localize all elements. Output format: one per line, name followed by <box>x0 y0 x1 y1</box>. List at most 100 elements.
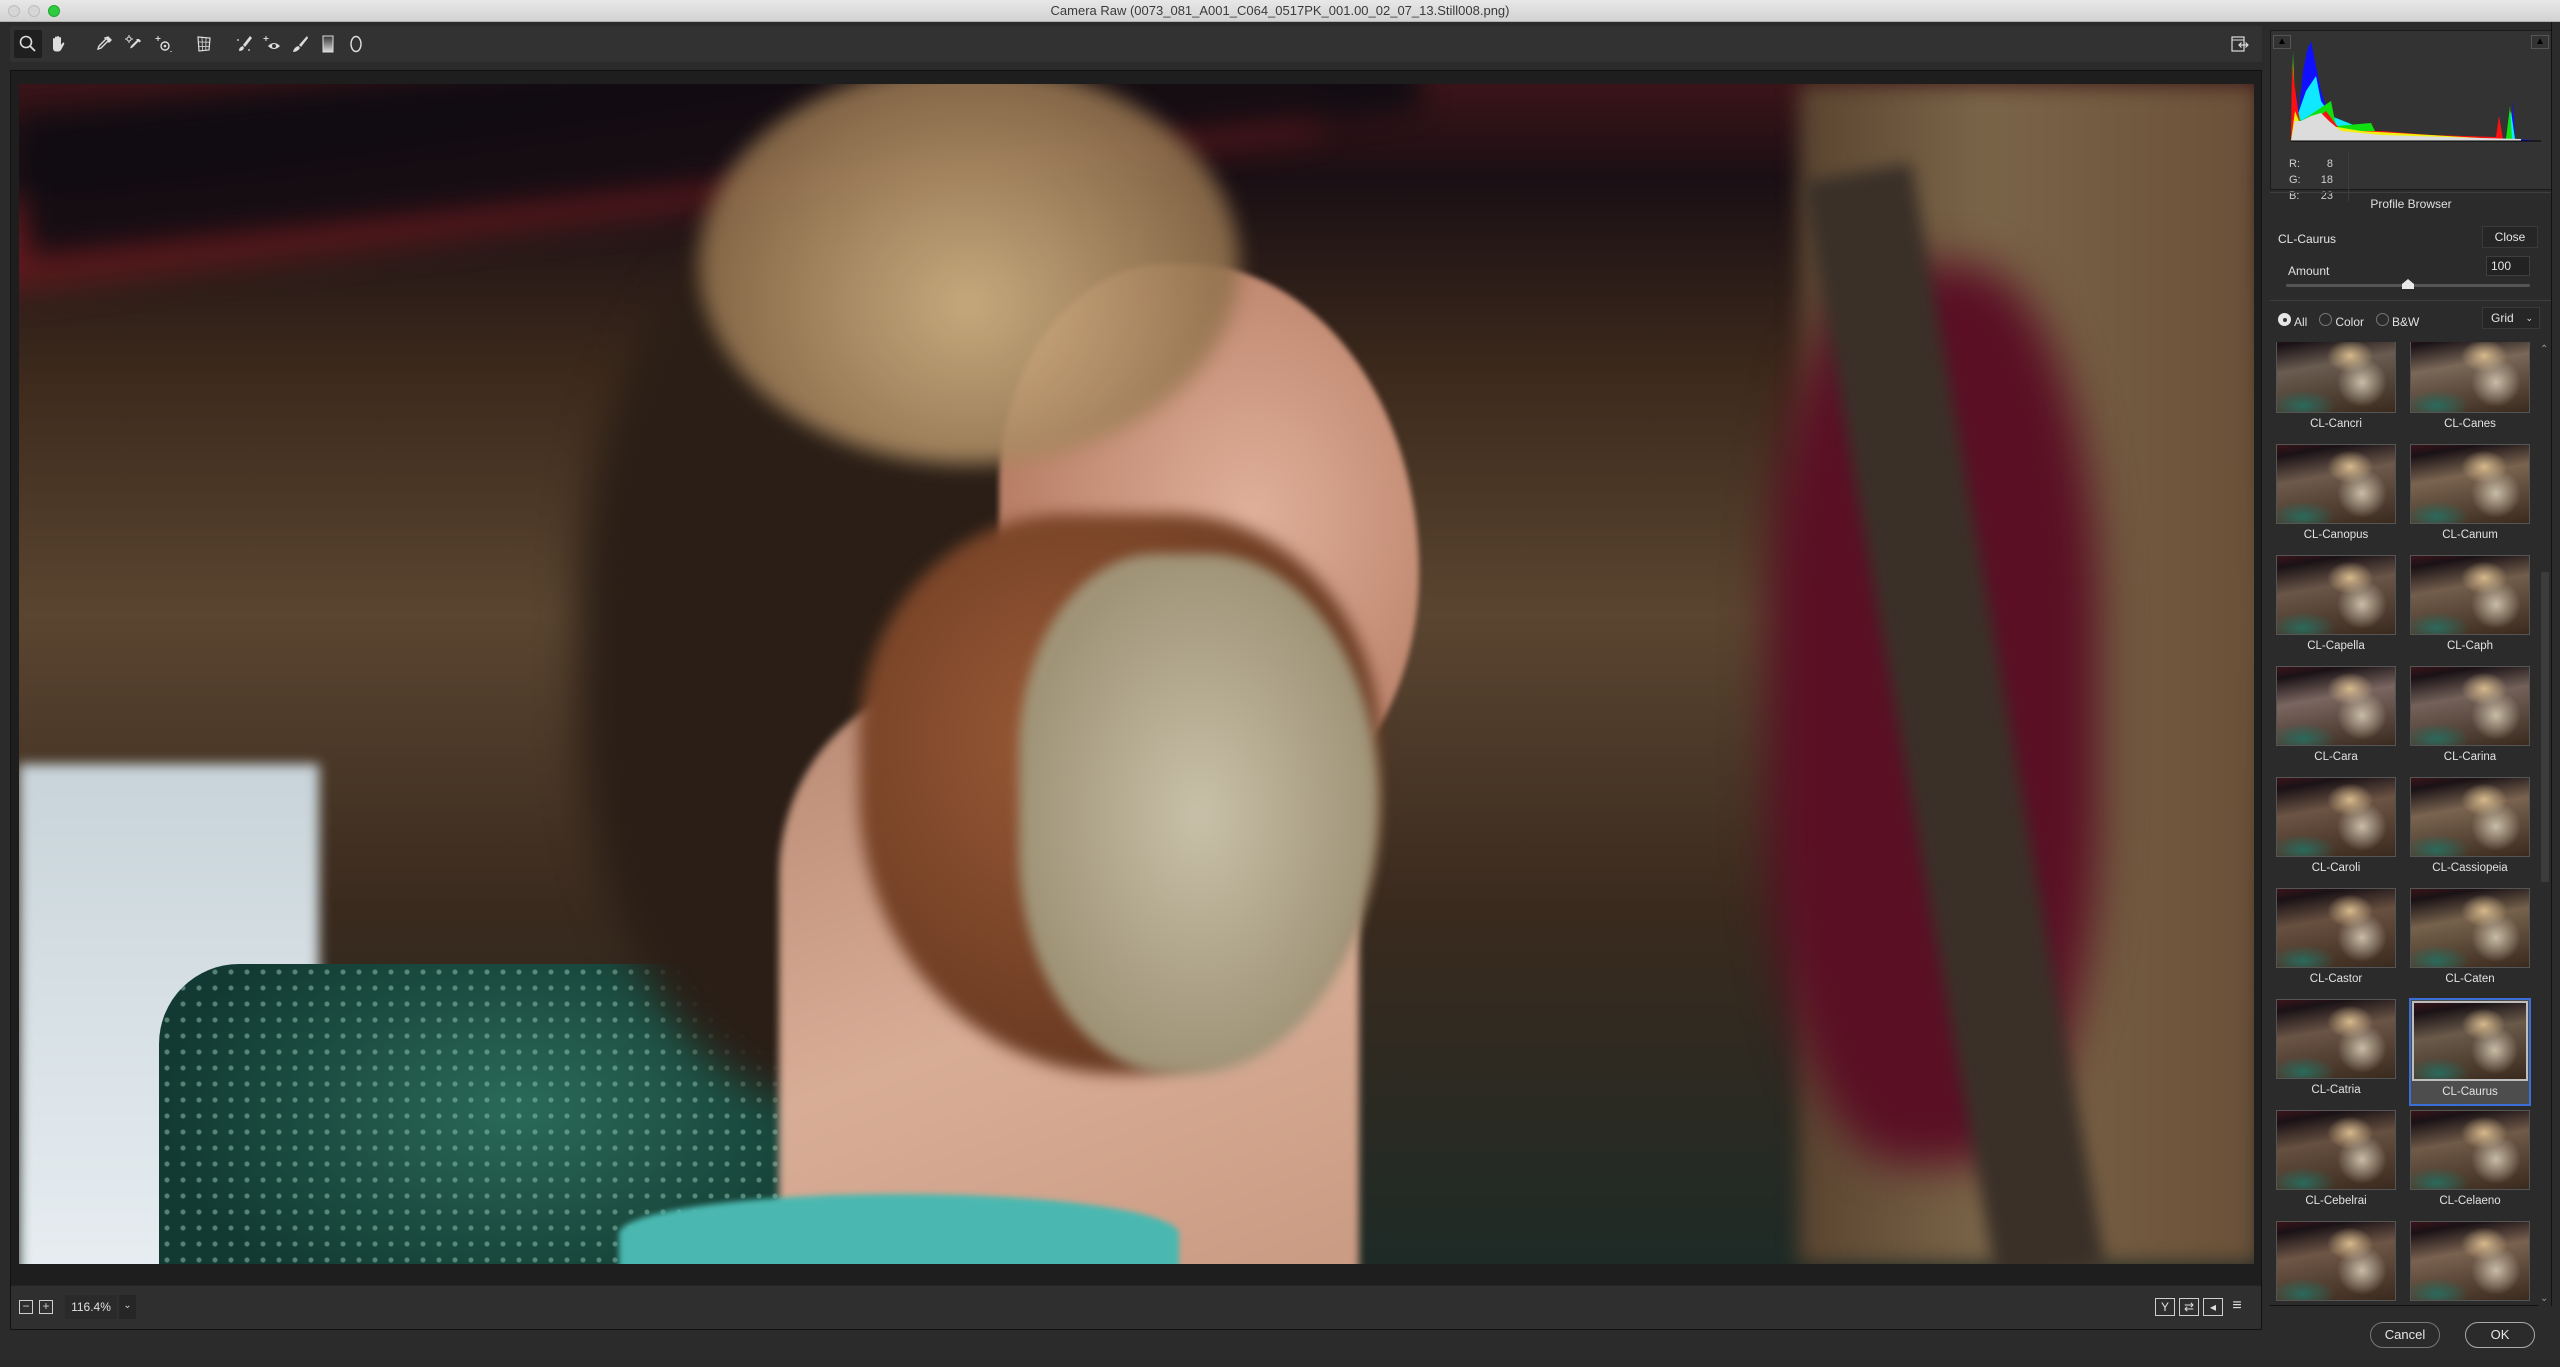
filter-bw-label: B&W <box>2392 315 2420 329</box>
right-panel: ▲ ▲ R: 8 G: 18 B: 23 Profile Browser CL-Cau… <box>2270 22 2560 1306</box>
toggle-fullscreen-button[interactable] <box>2226 30 2254 58</box>
zoom-level-display[interactable]: 116.4% <box>65 1295 117 1319</box>
profile-tile[interactable]: CL-Cancri <box>2275 342 2397 440</box>
profile-tile[interactable]: CL-Canopus <box>2275 443 2397 551</box>
zoom-level-dropdown[interactable]: ⌄ <box>119 1295 136 1319</box>
radio-icon <box>2319 313 2333 326</box>
preview-settings-button[interactable]: ≡ <box>2227 1298 2247 1316</box>
hand-tool-button[interactable] <box>44 30 72 58</box>
profile-tile[interactable]: CL-Castor <box>2275 887 2397 995</box>
profile-thumbnail <box>2412 1001 2528 1081</box>
scroll-up-icon[interactable]: ⌃ <box>2540 344 2548 355</box>
zoom-in-button[interactable]: + <box>39 1300 53 1314</box>
profile-label: CL-Cara <box>2314 751 2358 763</box>
divider <box>2270 300 2552 301</box>
profile-tile[interactable]: CL-Ceonis <box>2409 1220 2531 1305</box>
photo-preview[interactable] <box>19 84 2254 1264</box>
profile-filter-group: All Color B&W <box>2278 313 2419 329</box>
adjustment-brush-tool-button[interactable] <box>286 30 314 58</box>
profile-label: CL-Castor <box>2309 973 2363 985</box>
swap-settings-button[interactable]: ⇄ <box>2179 1298 2199 1316</box>
profile-tile[interactable]: CL-Caph <box>2409 554 2531 662</box>
profile-tile[interactable]: CL-Canes <box>2409 342 2531 440</box>
profile-thumbnail <box>2410 777 2530 857</box>
view-mode-select[interactable]: Grid ⌄ <box>2482 307 2540 329</box>
white-balance-tool-button[interactable] <box>90 30 118 58</box>
chevron-down-icon: ⌄ <box>2525 313 2533 323</box>
target-adjust-icon <box>155 36 172 53</box>
magnifier-icon <box>19 35 36 52</box>
amount-slider-thumb[interactable] <box>2402 279 2414 289</box>
spot-removal-tool-button[interactable] <box>230 30 258 58</box>
profile-label: CL-Canum <box>2442 529 2498 541</box>
amount-input[interactable]: 100 <box>2486 256 2530 276</box>
profile-tile[interactable]: CL-Caten <box>2409 887 2531 995</box>
profile-label: CL-Caph <box>2446 640 2494 652</box>
profile-thumbnail <box>2276 888 2396 968</box>
profile-tile[interactable]: CL-Capella <box>2275 554 2397 662</box>
filter-all-label: All <box>2294 315 2308 329</box>
preview-status-bar: − + 116.4% ⌄ Y ⇄ ◂ ≡ <box>11 1285 2261 1329</box>
profile-tile[interactable]: CL-Caroli <box>2275 776 2397 884</box>
radio-selected-icon <box>2278 313 2291 326</box>
profile-grid: CL-Cancri CL-Canes CL-Canopus CL-Canum CL-Ca… <box>2275 342 2537 1305</box>
profile-label: CL-Cancri <box>2310 418 2362 430</box>
window-titlebar: Camera Raw (0073_081_A001_C064_0517PK_00… <box>0 0 2560 22</box>
current-profile-name: CL-Caurus <box>2278 232 2337 246</box>
r-value: 8 <box>2326 158 2333 170</box>
profile-label: CL-Celaeno <box>2439 1195 2501 1207</box>
image-preview-area[interactable]: − + 116.4% ⌄ Y ⇄ ◂ ≡ <box>10 70 2262 1330</box>
scrollbar-thumb[interactable] <box>2541 571 2549 882</box>
profile-label: CL-Cebelrai <box>2305 1195 2367 1207</box>
profile-label: CL-Cassiopeia <box>2432 862 2508 874</box>
tool-bar <box>10 26 2262 62</box>
profile-label: CL-Caroli <box>2311 862 2361 874</box>
radial-filter-tool-button[interactable] <box>342 30 370 58</box>
r-label: R: <box>2289 158 2300 170</box>
zoom-out-button[interactable]: − <box>19 1300 33 1314</box>
graduated-filter-tool-button[interactable] <box>314 30 342 58</box>
ellipse-icon <box>350 35 362 53</box>
profile-tile[interactable]: CL-Carina <box>2409 665 2531 773</box>
profile-thumbnail <box>2410 555 2530 635</box>
profile-label: CL-Canes <box>2444 418 2496 430</box>
profile-tile[interactable]: CL-Cassiopeia <box>2409 776 2531 884</box>
profile-thumbnail <box>2276 444 2396 524</box>
ok-button[interactable]: OK <box>2465 1322 2535 1348</box>
profile-tile[interactable]: CL-Caurus <box>2409 998 2531 1106</box>
before-after-view-button[interactable]: Y <box>2155 1298 2175 1316</box>
profile-label: CL-Caten <box>2445 973 2495 985</box>
cancel-button[interactable]: Cancel <box>2370 1322 2440 1348</box>
copy-settings-button[interactable]: ◂ <box>2203 1298 2223 1316</box>
transform-tool-button[interactable] <box>190 30 218 58</box>
profile-grid-scrollbar[interactable]: ⌃ ⌄ <box>2538 342 2552 1306</box>
profile-label: CL-Capella <box>2307 640 2365 652</box>
red-eye-tool-button[interactable] <box>258 30 286 58</box>
profile-thumbnail <box>2276 555 2396 635</box>
zoom-tool-button[interactable] <box>14 30 42 58</box>
hand-icon <box>53 36 65 52</box>
targeted-adjustment-tool-button[interactable] <box>150 30 178 58</box>
profile-tile[interactable]: CL-Cara <box>2275 665 2397 773</box>
profile-tile[interactable]: CL-Canum <box>2409 443 2531 551</box>
profile-thumbnail <box>2410 444 2530 524</box>
filter-bw-radio[interactable]: B&W <box>2376 313 2419 329</box>
amount-label: Amount <box>2288 264 2330 278</box>
filter-all-radio[interactable]: All <box>2278 313 2307 329</box>
profile-thumbnail <box>2276 666 2396 746</box>
view-mode-value: Grid <box>2491 311 2514 325</box>
profile-grid-scroll[interactable]: CL-Cancri CL-Canes CL-Canopus CL-Canum CL-Ca… <box>2270 342 2552 1306</box>
window-title: Camera Raw (0073_081_A001_C064_0517PK_00… <box>1050 3 1510 18</box>
scroll-down-icon[interactable]: ⌄ <box>2540 1293 2548 1304</box>
profile-tile[interactable]: CL-Celrakis <box>2275 1220 2397 1305</box>
profile-tile[interactable]: CL-Catria <box>2275 998 2397 1106</box>
profile-label: CL-Caurus <box>2442 1086 2498 1098</box>
gradient-icon <box>322 35 334 53</box>
filter-color-radio[interactable]: Color <box>2319 313 2364 329</box>
color-sampler-tool-button[interactable] <box>120 30 148 58</box>
spot-removal-brush-icon <box>237 36 252 51</box>
histogram: ▲ ▲ R: 8 G: 18 B: 23 <box>2270 30 2552 202</box>
profile-tile[interactable]: CL-Cebelrai <box>2275 1109 2397 1217</box>
profile-tile[interactable]: CL-Celaeno <box>2409 1109 2531 1217</box>
close-profile-browser-button[interactable]: Close <box>2482 226 2538 248</box>
